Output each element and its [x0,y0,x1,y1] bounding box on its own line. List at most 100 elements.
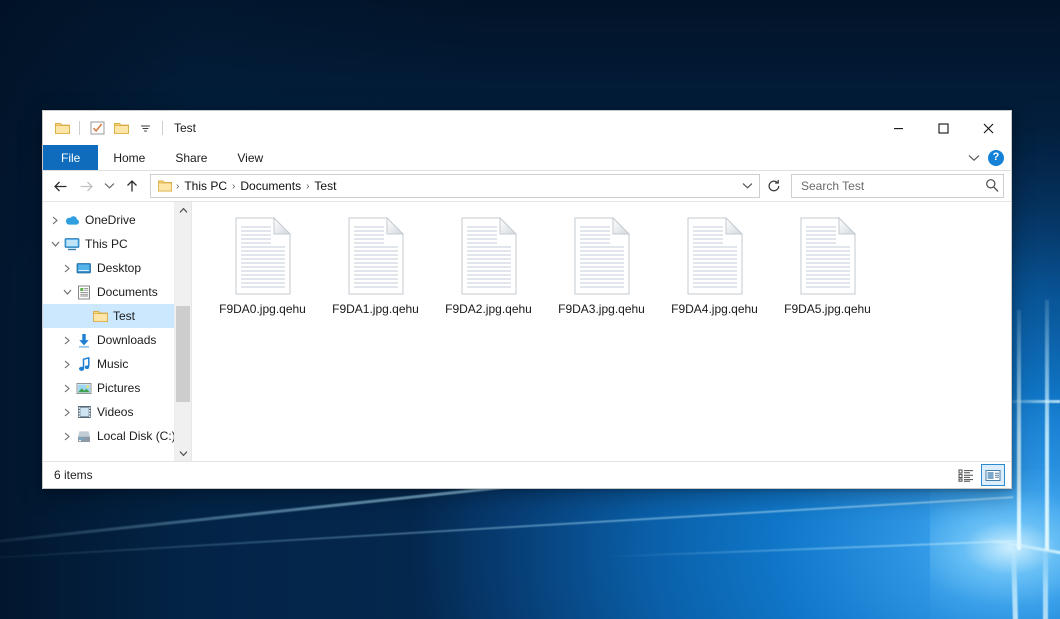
hard-drive-icon [75,428,93,444]
chevron-down-icon[interactable] [47,236,63,252]
file-item[interactable]: F9DA2.jpg.qehu [432,214,545,316]
onedrive-cloud-icon [63,212,81,228]
tab-home[interactable]: Home [98,145,160,170]
wallpaper-mullion-4 [1043,548,1048,619]
this-pc-monitor-icon [63,236,81,252]
file-item[interactable]: F9DA1.jpg.qehu [319,214,432,316]
back-button[interactable] [48,174,72,198]
folder-icon[interactable] [52,118,72,138]
file-name-label: F9DA1.jpg.qehu [332,302,419,316]
file-list-pane[interactable]: F9DA0.jpg.qehu [192,202,1011,461]
scroll-down-arrow-icon[interactable] [175,445,191,461]
folder-tree: OneDrive This PC [43,202,191,448]
view-mode-buttons [954,464,1005,486]
breadcrumb-item-documents[interactable]: Documents [237,179,304,193]
new-folder-icon[interactable] [111,118,131,138]
music-note-icon [75,356,93,372]
chevron-down-icon[interactable] [59,284,75,300]
address-folder-icon [156,178,174,194]
address-dropdown-icon[interactable] [737,176,757,196]
chevron-right-icon[interactable] [59,260,75,276]
sidebar-label: Videos [97,405,133,419]
sidebar-item-music[interactable]: Music [43,352,191,376]
details-view-button[interactable] [954,464,978,486]
search-icon[interactable] [985,178,999,195]
chevron-right-icon[interactable] [59,380,75,396]
tab-view[interactable]: View [222,145,278,170]
sidebar-item-downloads[interactable]: Downloads [43,328,191,352]
wallpaper-mullion-2 [1045,300,1049,550]
file-name-label: F9DA2.jpg.qehu [445,302,532,316]
maximize-button[interactable] [921,111,966,145]
breadcrumb-separator-1: › [230,181,237,192]
breadcrumb-separator-2: › [304,181,311,192]
customize-dropdown-icon[interactable] [135,118,155,138]
file-name-label: F9DA0.jpg.qehu [219,302,306,316]
generic-document-icon [345,216,407,296]
sidebar-label: Documents [97,285,158,299]
sidebar-item-videos[interactable]: Videos [43,400,191,424]
toolbar-separator-2 [162,121,163,135]
file-item[interactable]: F9DA3.jpg.qehu [545,214,658,316]
breadcrumb: › This PC › Documents › Test [174,179,737,193]
chevron-right-icon[interactable] [59,356,75,372]
scrollbar-thumb[interactable] [176,306,190,402]
sidebar-label: Test [113,309,135,323]
file-item[interactable]: F9DA5.jpg.qehu [771,214,884,316]
sidebar-item-onedrive[interactable]: OneDrive [43,208,191,232]
tab-share[interactable]: Share [160,145,222,170]
sidebar-label: Local Disk (C:) [97,429,176,443]
sidebar-label: Downloads [97,333,156,347]
sidebar-item-pictures[interactable]: Pictures [43,376,191,400]
desktop-icon [75,260,93,276]
ribbon-tab-strip: File Home Share View ? [43,145,1011,171]
scroll-up-arrow-icon[interactable] [175,202,191,218]
sidebar-item-local-disk-c[interactable]: Local Disk (C:) [43,424,191,448]
scrollbar-track[interactable] [175,218,191,445]
file-name-label: F9DA5.jpg.qehu [784,302,871,316]
up-button[interactable] [120,174,144,198]
file-grid: F9DA0.jpg.qehu [192,202,1011,316]
close-button[interactable] [966,111,1011,145]
properties-checkbox-icon[interactable] [87,118,107,138]
file-name-label: F9DA3.jpg.qehu [558,302,645,316]
breadcrumb-item-test[interactable]: Test [311,179,339,193]
tab-file[interactable]: File [43,145,98,170]
navigation-bar: › This PC › Documents › Test [43,171,1011,201]
address-bar[interactable]: › This PC › Documents › Test [150,174,760,198]
chevron-right-icon[interactable] [59,428,75,444]
file-item[interactable]: F9DA4.jpg.qehu [658,214,771,316]
file-item[interactable]: F9DA0.jpg.qehu [206,214,319,316]
item-count-label: 6 items [54,468,93,482]
breadcrumb-item-this-pc[interactable]: This PC [181,179,230,193]
large-icons-view-button[interactable] [981,464,1005,486]
desktop-wallpaper: Test File Home Share View [0,0,1060,619]
refresh-button[interactable] [764,176,784,196]
forward-button[interactable] [74,174,98,198]
chevron-right-icon[interactable] [59,332,75,348]
minimize-button[interactable] [876,111,921,145]
videos-film-icon [75,404,93,420]
search-input[interactable] [799,178,985,194]
sidebar-label: Music [97,357,128,371]
file-name-label: F9DA4.jpg.qehu [671,302,758,316]
search-box[interactable] [791,174,1004,198]
chevron-right-icon[interactable] [59,404,75,420]
recent-locations-button[interactable] [100,174,118,198]
help-icon[interactable]: ? [988,150,1004,166]
file-explorer-window: Test File Home Share View [42,110,1012,489]
sidebar-item-test[interactable]: Test [43,304,191,328]
sidebar-label: This PC [85,237,128,251]
sidebar-item-this-pc[interactable]: This PC [43,232,191,256]
ribbon-right-controls: ? [968,145,1011,170]
window-title: Test [174,121,196,135]
downloads-arrow-icon [75,332,93,348]
sidebar-scrollbar[interactable] [174,202,191,461]
chevron-right-icon[interactable] [47,212,63,228]
sidebar-item-desktop[interactable]: Desktop [43,256,191,280]
chevron-down-icon[interactable] [968,151,980,165]
documents-icon [75,284,93,300]
quick-access-toolbar [43,118,166,138]
sidebar-item-documents[interactable]: Documents [43,280,191,304]
generic-document-icon [571,216,633,296]
